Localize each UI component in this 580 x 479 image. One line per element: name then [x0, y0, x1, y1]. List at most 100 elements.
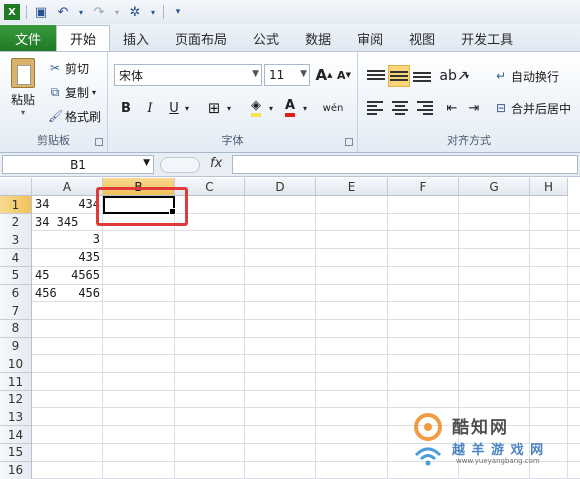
name-box[interactable]: B1 ▼ [2, 155, 154, 174]
align-center-button[interactable] [390, 98, 410, 118]
tab-developer[interactable]: 开发工具 [448, 25, 526, 51]
column-header-h[interactable]: H [530, 178, 568, 196]
wand-dropdown-icon[interactable]: ▾ [149, 4, 157, 20]
align-right-button[interactable] [414, 98, 434, 118]
tab-formulas[interactable]: 公式 [240, 25, 292, 51]
row-header-16[interactable]: 16 [0, 461, 32, 479]
cell-a5-text[interactable]: 45 [35, 267, 49, 284]
insert-function-icon[interactable]: fx [210, 156, 222, 171]
tab-home[interactable]: 开始 [56, 25, 111, 51]
formula-splitter[interactable] [160, 157, 200, 173]
undo-icon[interactable]: ↶ [55, 4, 71, 20]
shrink-font-button[interactable]: A ▼ [334, 65, 354, 85]
wand-icon[interactable]: ✲ [127, 4, 143, 20]
column-header-a[interactable]: A [32, 178, 103, 196]
paste-dropdown-icon[interactable]: ▾ [6, 108, 40, 117]
align-top-button[interactable] [366, 66, 386, 86]
italic-button[interactable]: I [140, 98, 160, 118]
fill-color-dropdown-icon[interactable]: ▾ [266, 98, 276, 118]
row-header-10[interactable]: 10 [0, 355, 32, 374]
chevron-down-icon: ▼ [143, 158, 150, 168]
row-header-4[interactable]: 4 [0, 249, 32, 268]
tab-page-layout[interactable]: 页面布局 [162, 25, 240, 51]
divider [26, 5, 27, 19]
row-header-5[interactable]: 5 [0, 266, 32, 285]
phonetic-guide-button[interactable]: wén [320, 98, 346, 118]
column-header-d[interactable]: D [245, 178, 316, 196]
row-header-11[interactable]: 11 [0, 373, 32, 391]
borders-dropdown-icon[interactable]: ▾ [224, 98, 234, 118]
tab-review[interactable]: 审阅 [344, 25, 396, 51]
cut-button[interactable]: ✂ 剪切 [48, 58, 89, 78]
align-left-icon [367, 100, 385, 116]
align-middle-button[interactable] [388, 65, 410, 87]
column-header-g[interactable]: G [459, 178, 530, 196]
cell-a6-text[interactable]: 456 [35, 285, 57, 302]
font-color-dropdown-icon[interactable]: ▾ [300, 98, 310, 118]
merge-center-button[interactable]: ⊟ 合并后居中 [494, 98, 571, 118]
font-name-combo[interactable]: 宋体 ▼ [114, 64, 262, 86]
cell-a3-value[interactable]: 3 [93, 231, 100, 248]
format-painter-button[interactable]: 🖌 格式刷 [48, 106, 101, 126]
tab-view[interactable]: 视图 [396, 25, 448, 51]
fill-color-button[interactable]: ◈ [246, 98, 266, 118]
spreadsheet-grid[interactable]: A B C D E F G H 1 2 3 4 5 6 7 8 9 10 11 12 13 14 15 16 34 434 34 3… [0, 178, 580, 479]
align-bottom-icon [413, 68, 431, 84]
wrap-text-button[interactable]: ↵ 自动换行 [494, 66, 559, 86]
wifi-logo-icon [414, 413, 442, 466]
copy-dropdown-icon[interactable]: ▾ [92, 88, 96, 97]
underline-button[interactable]: U [164, 98, 184, 118]
decrease-indent-icon[interactable]: ⇤ [442, 98, 462, 118]
row-header-15[interactable]: 15 [0, 443, 32, 462]
cell-a2-text[interactable]: 34 345 [35, 214, 78, 231]
save-icon[interactable]: ▣ [33, 4, 49, 20]
row-header-2[interactable]: 2 [0, 213, 32, 232]
row-header-13[interactable]: 13 [0, 408, 32, 427]
paintbrush-icon: 🖌 [48, 109, 64, 123]
watermark: 酷知网越 羊 游 戏 网 www.yueyangbang.com [412, 411, 572, 473]
row-header-8[interactable]: 8 [0, 319, 32, 338]
select-all-corner[interactable] [0, 178, 32, 196]
bold-button[interactable]: B [116, 98, 136, 118]
row-header-7[interactable]: 7 [0, 302, 32, 321]
font-launcher-icon[interactable] [345, 138, 353, 146]
grow-font-button[interactable]: A ▲ [314, 65, 334, 85]
cut-label: 剪切 [65, 61, 90, 76]
column-header-f[interactable]: F [388, 178, 459, 196]
cell-a6-value[interactable]: 456 [78, 285, 100, 302]
align-left-button[interactable] [366, 98, 386, 118]
tab-file[interactable]: 文件 [0, 25, 56, 51]
undo-dropdown-icon[interactable]: ▾ [77, 4, 85, 20]
orientation-dropdown-icon[interactable]: ▾ [462, 66, 472, 86]
redo-dropdown-icon[interactable]: ▾ [113, 4, 121, 20]
borders-icon[interactable]: ⊞ [204, 98, 224, 118]
row-header-9[interactable]: 9 [0, 337, 32, 356]
row-header-6[interactable]: 6 [0, 284, 32, 303]
orientation-icon[interactable]: ab↗ [439, 66, 468, 86]
cell-a5-value[interactable]: 4565 [71, 267, 100, 284]
row-header-14[interactable]: 14 [0, 426, 32, 445]
copy-button[interactable]: ⧉ 复制 ▾ [48, 82, 96, 102]
tab-insert[interactable]: 插入 [110, 25, 162, 51]
gridline [32, 336, 580, 338]
customize-toolbar-icon[interactable]: ▾ [170, 4, 186, 20]
tab-data[interactable]: 数据 [292, 25, 344, 51]
clipboard-launcher-icon[interactable] [95, 138, 103, 146]
underline-dropdown-icon[interactable]: ▾ [182, 98, 192, 118]
font-size-combo[interactable]: 11 ▼ [264, 64, 310, 86]
row-header-3[interactable]: 3 [0, 231, 32, 250]
cell-a1-text[interactable]: 34 [35, 196, 49, 213]
row-header-12[interactable]: 12 [0, 390, 32, 409]
align-bottom-button[interactable] [412, 66, 432, 86]
row-header-1[interactable]: 1 [0, 196, 32, 214]
increase-indent-icon[interactable]: ⇥ [464, 98, 484, 118]
font-color-button[interactable]: A [280, 98, 300, 118]
wrap-text-label: 自动换行 [511, 69, 560, 84]
gridline [32, 389, 580, 391]
redo-icon[interactable]: ↷ [91, 4, 107, 20]
formula-input[interactable] [232, 155, 578, 174]
column-header-e[interactable]: E [316, 178, 388, 196]
watermark-line2: 越 羊 游 戏 网 [452, 443, 545, 458]
cell-a4-value[interactable]: 435 [78, 249, 100, 266]
paste-button[interactable]: 粘贴 ▾ [6, 58, 40, 117]
